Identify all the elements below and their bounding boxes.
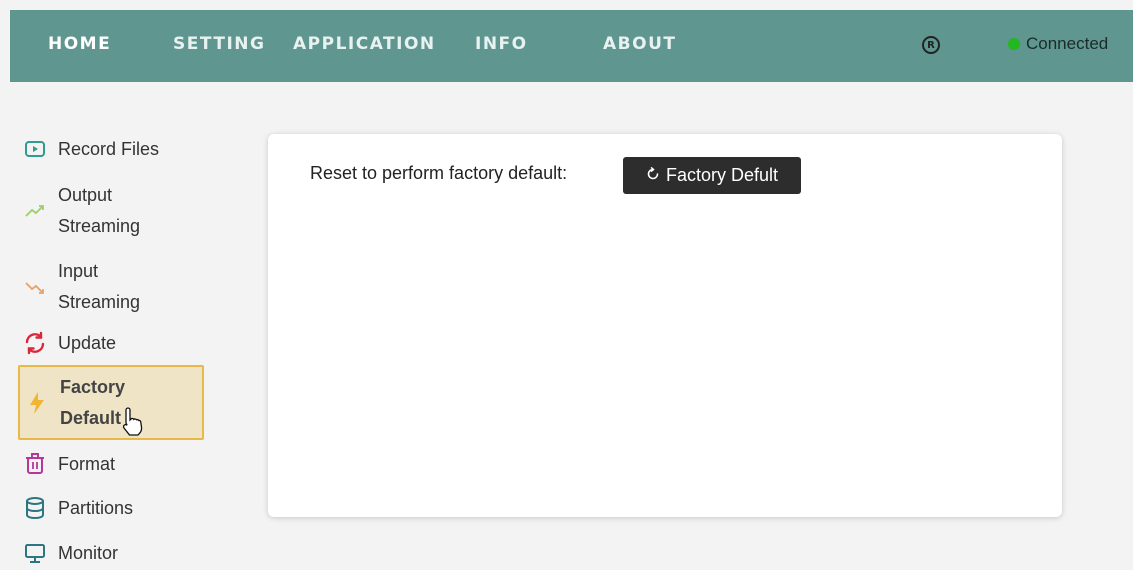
lightning-icon bbox=[24, 390, 50, 416]
nav-setting[interactable]: SETTING bbox=[173, 34, 265, 54]
connection-status: Connected bbox=[1008, 34, 1108, 54]
monitor-icon bbox=[22, 540, 48, 566]
sidebar-item-input-streaming[interactable]: Input Streaming bbox=[18, 256, 204, 318]
sidebar-item-partitions[interactable]: Partitions bbox=[18, 492, 204, 524]
sidebar-item-label: Format bbox=[58, 453, 116, 474]
nav-application[interactable]: APPLICATION bbox=[293, 34, 436, 54]
factory-default-button[interactable]: Factory Defult bbox=[623, 157, 801, 194]
sidebar-item-label: Monitor bbox=[58, 542, 119, 563]
nav-info[interactable]: INFO bbox=[475, 34, 528, 54]
nav-about[interactable]: ABOUT bbox=[603, 34, 676, 54]
registered-icon[interactable]: R bbox=[922, 36, 940, 54]
factory-default-button-label: Factory Defult bbox=[665, 165, 779, 185]
trend-down-icon bbox=[22, 274, 48, 300]
factory-default-panel: Reset to perform factory default: Factor… bbox=[268, 134, 1062, 517]
sidebar-item-output-streaming[interactable]: Output Streaming bbox=[18, 180, 204, 242]
trend-up-icon bbox=[22, 198, 48, 224]
sidebar-item-record-files[interactable]: Record Files bbox=[18, 133, 204, 165]
reset-icon bbox=[646, 165, 660, 186]
status-dot-icon bbox=[1008, 38, 1020, 50]
sidebar-item-format[interactable]: Format bbox=[18, 448, 204, 480]
sidebar-item-update[interactable]: Update bbox=[18, 327, 204, 359]
sidebar-item-label: Update bbox=[58, 332, 117, 353]
reset-label: Reset to perform factory default: bbox=[310, 163, 568, 183]
nav-home[interactable]: HOME bbox=[48, 34, 111, 54]
top-navbar: HOME SETTING APPLICATION INFO ABOUT bbox=[10, 10, 1133, 82]
refresh-icon bbox=[22, 330, 48, 356]
trash-icon bbox=[22, 451, 48, 477]
sidebar-item-factory-default[interactable]: Factory Default bbox=[18, 365, 204, 440]
sidebar-item-label: Output Streaming bbox=[58, 185, 141, 236]
status-text: Connected bbox=[1026, 34, 1109, 53]
play-file-icon bbox=[22, 136, 48, 162]
sidebar-item-label: Partitions bbox=[58, 497, 134, 518]
sidebar-item-label: Input Streaming bbox=[58, 261, 141, 312]
sidebar-item-monitor[interactable]: Monitor bbox=[18, 537, 204, 569]
sidebar-item-label: Record Files bbox=[58, 138, 160, 159]
hand-cursor-icon bbox=[122, 407, 143, 436]
database-icon bbox=[22, 495, 48, 521]
